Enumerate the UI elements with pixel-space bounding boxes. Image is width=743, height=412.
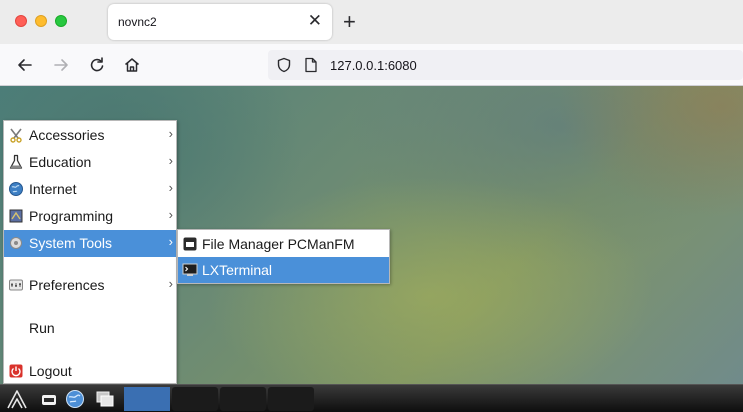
flask-icon xyxy=(8,154,24,170)
terminal-icon xyxy=(182,262,198,278)
browser-globe-icon[interactable] xyxy=(64,388,86,410)
menu-label: Internet xyxy=(29,181,77,197)
taskbar xyxy=(0,384,743,412)
menu-item-preferences[interactable]: Preferences › xyxy=(4,272,176,299)
accessories-icon xyxy=(8,127,24,143)
submenu-label: File Manager PCManFM xyxy=(202,236,355,252)
menu-label: Logout xyxy=(29,363,72,379)
file-manager-icon xyxy=(182,236,198,252)
chevron-right-icon: › xyxy=(168,207,173,222)
system-tools-submenu: File Manager PCManFM LXTerminal xyxy=(177,229,390,284)
zoom-window-button[interactable] xyxy=(55,15,67,27)
globe-icon xyxy=(8,181,24,197)
tab-bar: novnc2 ✕ + xyxy=(0,0,743,44)
menu-item-programming[interactable]: Programming › xyxy=(4,203,176,230)
menu-label: Preferences xyxy=(29,277,105,293)
desktop-pager-1[interactable] xyxy=(124,387,170,411)
menu-label: Programming xyxy=(29,208,114,224)
minimize-window-button[interactable] xyxy=(35,15,47,27)
start-menu: Accessories › Education › Internet › Pro… xyxy=(3,120,177,384)
chevron-right-icon: › xyxy=(168,180,173,195)
menu-item-accessories[interactable]: Accessories › xyxy=(4,122,176,149)
desktop-pager-4[interactable] xyxy=(268,387,314,411)
new-tab-button[interactable]: + xyxy=(343,11,356,33)
logout-icon xyxy=(8,363,24,379)
programming-icon xyxy=(8,208,24,224)
chevron-right-icon: › xyxy=(168,126,173,141)
preferences-icon xyxy=(8,277,24,293)
submenu-item-file-manager[interactable]: File Manager PCManFM xyxy=(178,231,389,257)
menu-item-logout[interactable]: Logout xyxy=(4,358,176,385)
menu-label: System Tools xyxy=(29,235,112,251)
gear-icon xyxy=(8,235,24,251)
navigation-bar: 127.0.0.1:6080 xyxy=(0,44,743,86)
reload-icon[interactable] xyxy=(87,55,107,75)
show-desktop-icon[interactable] xyxy=(38,388,60,410)
windows-icon[interactable] xyxy=(94,388,116,410)
url-text[interactable]: 127.0.0.1:6080 xyxy=(330,58,417,73)
chevron-right-icon: › xyxy=(168,234,173,249)
menu-item-education[interactable]: Education › xyxy=(4,149,176,176)
close-window-button[interactable] xyxy=(15,15,27,27)
remote-desktop[interactable]: Accessories › Education › Internet › Pro… xyxy=(0,86,743,412)
menu-item-run[interactable]: Run xyxy=(4,315,176,342)
submenu-label: LXTerminal xyxy=(202,262,273,278)
menu-label: Accessories xyxy=(29,127,105,143)
page-icon[interactable] xyxy=(304,57,318,73)
menu-logo-icon[interactable] xyxy=(6,388,28,410)
desktop-pager-3[interactable] xyxy=(220,387,266,411)
url-bar[interactable]: 127.0.0.1:6080 xyxy=(268,50,743,80)
chevron-right-icon: › xyxy=(168,276,173,291)
home-icon[interactable] xyxy=(122,55,142,75)
menu-item-system-tools[interactable]: System Tools › xyxy=(4,230,176,257)
forward-arrow-icon[interactable] xyxy=(51,55,71,75)
menu-label: Education xyxy=(29,154,92,170)
tab-title: novnc2 xyxy=(118,15,157,29)
menu-label: Run xyxy=(29,320,55,336)
back-arrow-icon[interactable] xyxy=(15,55,35,75)
shield-icon[interactable] xyxy=(276,57,292,73)
submenu-item-lxterminal[interactable]: LXTerminal xyxy=(178,257,389,283)
menu-item-internet[interactable]: Internet › xyxy=(4,176,176,203)
desktop-pager-2[interactable] xyxy=(172,387,218,411)
chevron-right-icon: › xyxy=(168,153,173,168)
close-tab-icon[interactable]: ✕ xyxy=(308,12,322,29)
browser-tab[interactable]: novnc2 ✕ xyxy=(108,4,332,40)
